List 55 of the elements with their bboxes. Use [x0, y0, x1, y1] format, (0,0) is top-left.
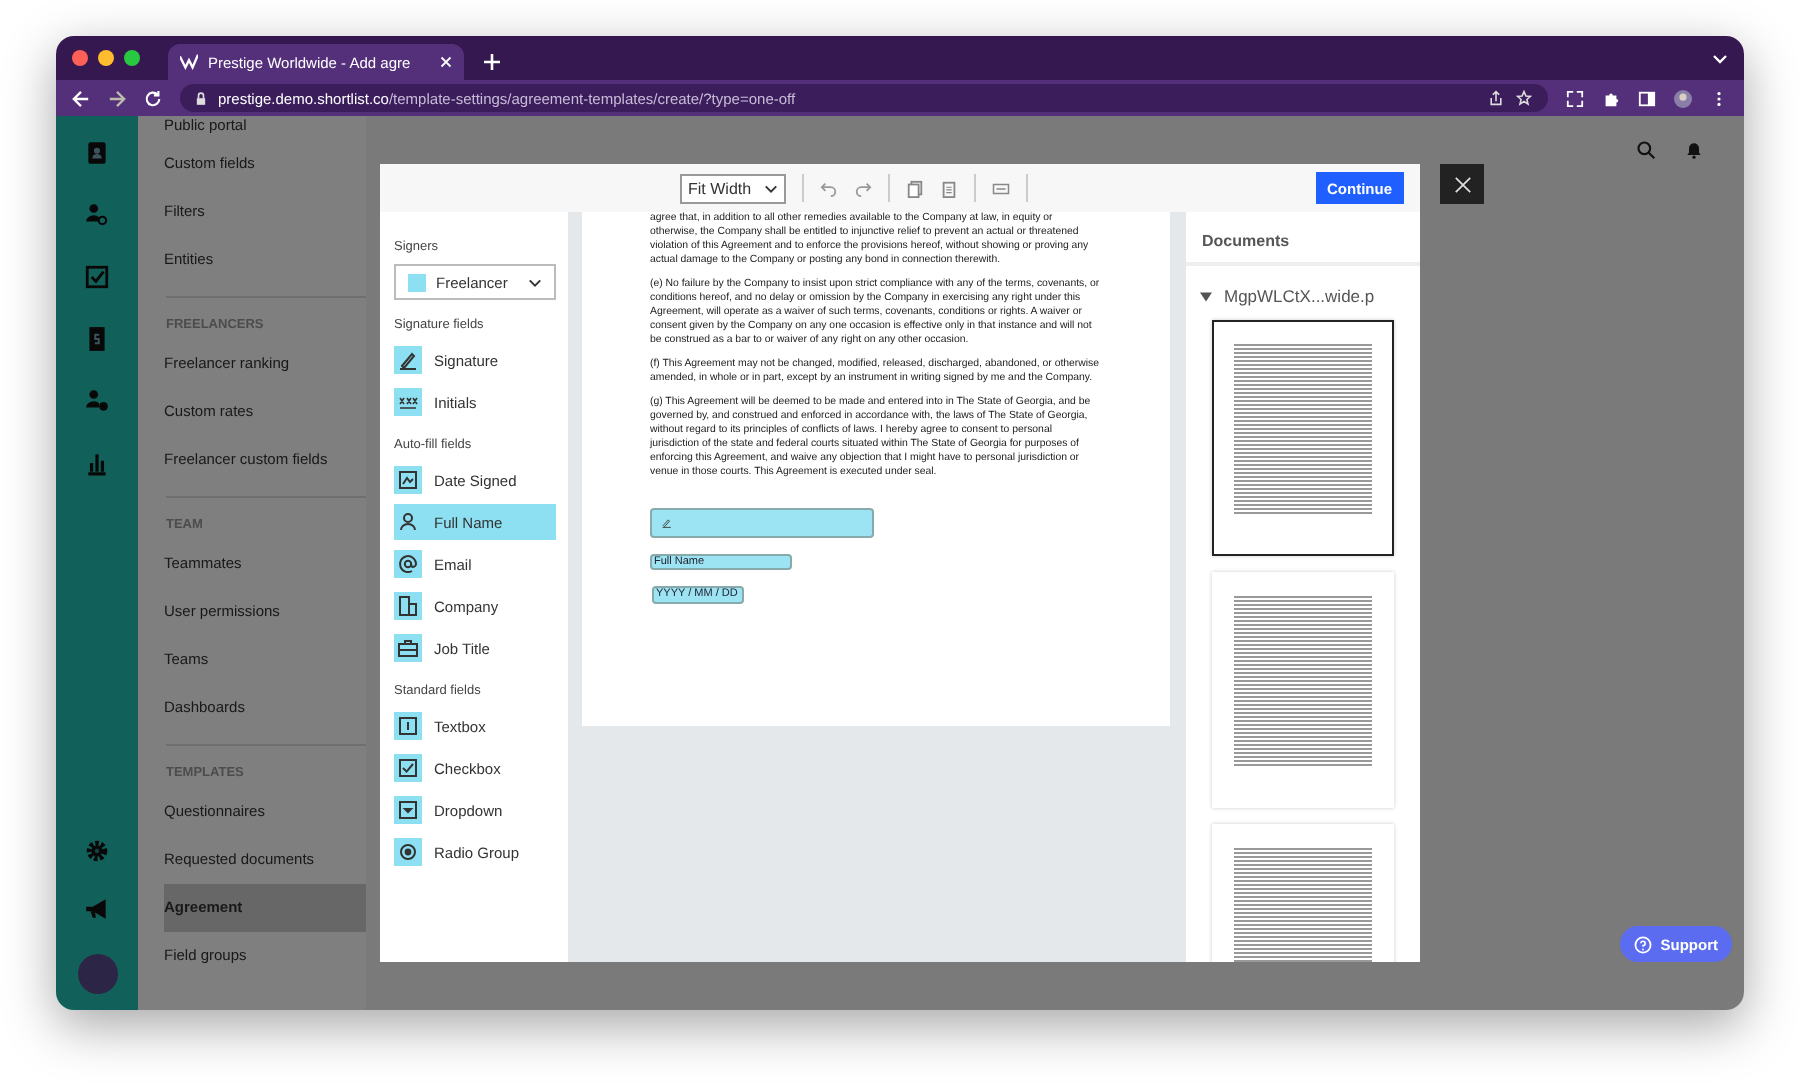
pen-icon	[662, 518, 672, 528]
signature-field[interactable]	[650, 508, 874, 538]
caret-icon	[1200, 291, 1212, 301]
chevron-down-icon	[763, 183, 778, 193]
close-window-button[interactable]	[72, 50, 88, 66]
lock-icon	[196, 91, 206, 105]
radio-field-icon	[394, 838, 422, 866]
keyboard-icon[interactable]	[991, 179, 1010, 197]
job-field-icon	[394, 634, 422, 662]
file-item[interactable]: MgpWLCtX...wide.p	[1186, 266, 1420, 314]
bell-icon[interactable]	[1684, 140, 1704, 160]
zoom-window-button[interactable]	[124, 50, 140, 66]
chevron-down-icon	[528, 277, 542, 287]
person-check-icon[interactable]	[84, 388, 110, 414]
new-tab-icon[interactable]	[484, 54, 500, 70]
reload-icon[interactable]	[144, 89, 162, 107]
paste-icon[interactable]	[939, 179, 958, 197]
date-field-icon	[394, 466, 422, 494]
forward-icon[interactable]	[108, 89, 126, 107]
undo-icon[interactable]	[819, 179, 838, 197]
puzzle-icon[interactable]	[1602, 89, 1620, 107]
close-icon	[1453, 175, 1471, 193]
page-thumbnail[interactable]	[1212, 320, 1394, 556]
settings-icon[interactable]	[84, 838, 110, 864]
initials-field-icon	[394, 388, 422, 416]
logo-icon	[180, 54, 198, 70]
sidebar-icon[interactable]	[1638, 89, 1656, 107]
company-field-icon	[394, 592, 422, 620]
chevron-down-icon[interactable]	[1712, 54, 1728, 64]
checkbox-field-icon	[394, 754, 422, 782]
invoice-icon[interactable]	[84, 326, 110, 352]
back-icon[interactable]	[72, 89, 90, 107]
share-icon[interactable]	[1488, 90, 1504, 106]
checkbox-icon[interactable]	[84, 264, 110, 290]
megaphone-icon[interactable]	[84, 896, 110, 922]
person-field-icon	[394, 508, 422, 536]
close-icon[interactable]	[440, 56, 452, 68]
contacts-icon[interactable]	[84, 140, 110, 166]
screenshot-icon[interactable]	[1566, 89, 1584, 107]
panel-title: Documents	[1186, 212, 1420, 266]
star-icon[interactable]	[1516, 90, 1532, 106]
dropdown-field-icon	[394, 796, 422, 824]
redo-icon[interactable]	[853, 179, 872, 197]
person-search-icon[interactable]	[84, 202, 110, 228]
textbox-field-icon	[394, 712, 422, 740]
help-icon	[1634, 935, 1653, 953]
avatar-icon[interactable]	[1674, 89, 1692, 107]
search-icon[interactable]	[1636, 140, 1656, 160]
zoom-select[interactable]: Fit Width	[680, 173, 786, 203]
copy-icon[interactable]	[905, 179, 924, 197]
close-button[interactable]	[1440, 164, 1484, 204]
signature-field-icon	[394, 346, 422, 374]
minimize-window-button[interactable]	[98, 50, 114, 66]
bar-chart-icon[interactable]	[84, 450, 110, 476]
email-field-icon	[394, 550, 422, 578]
